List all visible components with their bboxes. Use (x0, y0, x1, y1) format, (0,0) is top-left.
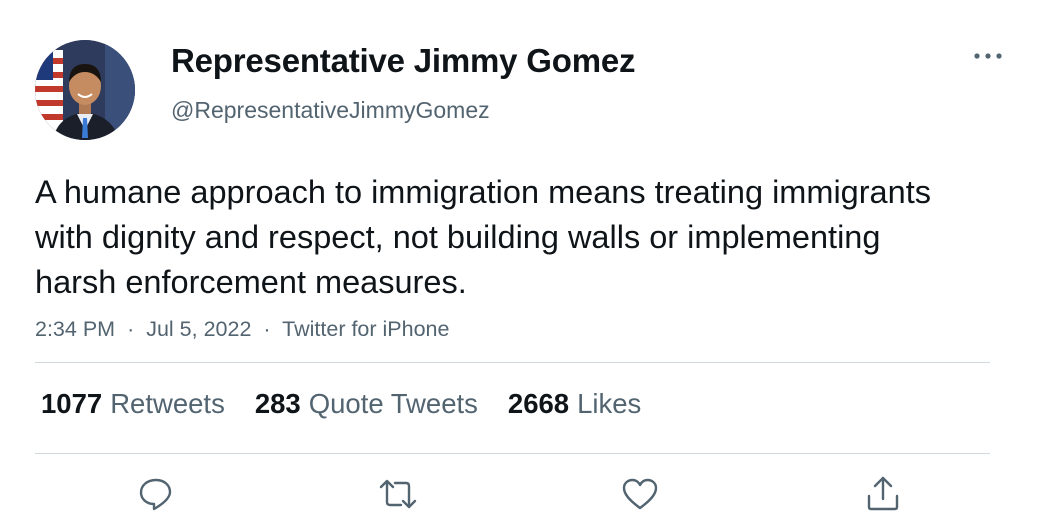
tweet-source[interactable]: Twitter for iPhone (282, 317, 449, 341)
retweet-button[interactable] (378, 474, 418, 514)
quote-tweets-stat[interactable]: 283 Quote Tweets (255, 388, 478, 420)
avatar[interactable] (35, 40, 135, 140)
meta-separator: · (127, 317, 135, 341)
engagement-stats: 1077 Retweets 283 Quote Tweets 2668 Likes (41, 388, 671, 420)
retweets-label: Retweets (110, 388, 225, 419)
profile-photo-icon (35, 40, 135, 140)
display-name[interactable]: Representative Jimmy Gomez (171, 42, 636, 80)
share-button[interactable] (863, 474, 903, 514)
retweet-icon (379, 479, 417, 509)
tweet-card: Representative Jimmy Gomez @Representati… (0, 0, 1050, 525)
divider (35, 453, 990, 454)
tweet-text: A humane approach to immigration means t… (35, 174, 931, 300)
retweets-stat[interactable]: 1077 Retweets (41, 388, 225, 420)
reply-button[interactable] (136, 474, 176, 514)
retweets-count: 1077 (41, 388, 103, 419)
like-button[interactable] (620, 474, 660, 514)
divider (35, 362, 990, 363)
tweet-date[interactable]: Jul 5, 2022 (146, 317, 251, 341)
likes-count: 2668 (507, 388, 570, 419)
likes-label: Likes (577, 388, 642, 419)
user-handle[interactable]: @RepresentativeJimmyGomez (171, 97, 490, 124)
quote-tweets-label: Quote Tweets (308, 388, 478, 419)
heart-icon (622, 478, 658, 510)
quote-tweets-count: 283 (254, 388, 301, 419)
likes-stat[interactable]: 2668 Likes (508, 388, 641, 420)
meta-separator: · (263, 317, 271, 341)
reply-icon (139, 478, 172, 511)
tweet-meta: 2:34 PM · Jul 5, 2022 · Twitter for iPho… (35, 317, 449, 342)
share-icon (867, 476, 899, 511)
more-options-icon[interactable] (970, 42, 1006, 70)
tweet-time[interactable]: 2:34 PM (35, 317, 115, 341)
